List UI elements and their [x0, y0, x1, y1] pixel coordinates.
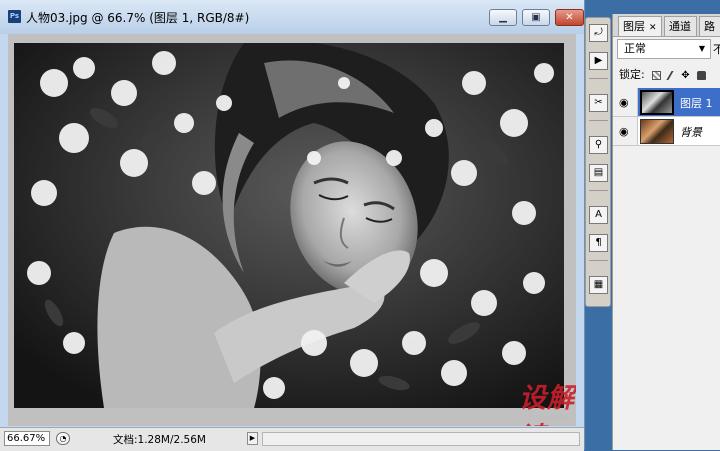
minimize-button[interactable]: ▁	[489, 9, 517, 26]
lock-row: 锁定: ✥	[619, 66, 707, 82]
close-icon: ✕	[565, 12, 574, 23]
maximize-icon: ▣	[531, 12, 541, 23]
layer-thumbnail	[640, 119, 674, 144]
blend-mode-select[interactable]: 正常 ▼	[617, 39, 711, 59]
maximize-button[interactable]: ▣	[522, 9, 550, 26]
dock-divider	[589, 190, 608, 191]
canvas-area[interactable]: 设解读 shejiedu.com	[8, 34, 576, 426]
layers-panel: 图层 ✕ 通道 路 正常 ▼ 不 锁定: ✥ ◉ 图层 1 ◉ 背景	[612, 14, 720, 450]
chevron-down-icon: ▼	[698, 44, 705, 53]
dock-divider	[589, 260, 608, 261]
lock-position-icon[interactable]: ✥	[681, 70, 689, 81]
horizontal-scrollbar[interactable]	[262, 432, 580, 446]
opacity-label: 不	[713, 43, 720, 56]
photoshop-icon: Ps	[8, 10, 21, 23]
history-brush-icon[interactable]: ⤾	[589, 24, 608, 42]
visibility-toggle[interactable]: ◉	[613, 117, 638, 145]
layer-name: 图层 1	[680, 97, 713, 110]
close-tab-icon[interactable]: ✕	[649, 23, 657, 33]
panel-tab-bar: 图层 ✕ 通道 路	[613, 14, 720, 37]
tab-paths[interactable]: 路	[699, 16, 720, 36]
status-info-icon[interactable]: ◔	[56, 432, 70, 445]
eye-icon: ◉	[619, 125, 629, 138]
zoom-field[interactable]: 66.67%	[4, 431, 50, 446]
tab-layers[interactable]: 图层 ✕	[618, 16, 662, 36]
play-action-icon[interactable]: ▶	[589, 52, 608, 70]
lock-label: 锁定:	[619, 68, 645, 81]
tab-layers-label: 图层	[623, 20, 645, 33]
visibility-toggle[interactable]: ◉	[613, 88, 638, 116]
layer-name: 背景	[680, 126, 702, 139]
clone-source-icon[interactable]: ⚲	[589, 136, 608, 154]
layer-thumbnail	[640, 90, 674, 115]
document-size: 文档:1.28M/2.56M	[113, 434, 206, 446]
lock-transparency-icon[interactable]	[652, 70, 662, 80]
paragraph-icon[interactable]: ¶	[589, 234, 608, 252]
document-window: Ps 人物03.jpg @ 66.7% (图层 1, RGB/8#) ▁ ▣ ✕	[0, 0, 585, 451]
tool-presets-icon[interactable]: ✂	[589, 94, 608, 112]
layer-row-layer1[interactable]: ◉ 图层 1	[613, 88, 720, 117]
watermark-url: shejiedu.com	[522, 411, 576, 424]
layer-row-background[interactable]: ◉ 背景	[613, 117, 720, 146]
blend-mode-value: 正常	[624, 42, 646, 55]
eye-icon: ◉	[619, 96, 629, 109]
document-titlebar[interactable]: Ps 人物03.jpg @ 66.7% (图层 1, RGB/8#) ▁ ▣ ✕	[0, 0, 584, 34]
status-bar: 66.67% ◔ 文档:1.28M/2.56M ▶	[0, 427, 584, 451]
lock-paint-icon[interactable]	[666, 70, 677, 80]
document-title: 人物03.jpg @ 66.7% (图层 1, RGB/8#)	[26, 11, 250, 25]
character-icon[interactable]: A	[589, 206, 608, 224]
status-menu-arrow-icon[interactable]: ▶	[247, 432, 258, 445]
dock-divider	[589, 78, 608, 79]
tab-channels[interactable]: 通道	[664, 16, 697, 36]
notes-icon[interactable]: ▦	[589, 276, 608, 294]
panel-dock-strip: ⤾ ▶ ✂ ⚲ ▤ A ¶ ▦	[585, 17, 611, 307]
photo-canvas[interactable]	[14, 43, 564, 408]
close-button[interactable]: ✕	[555, 9, 584, 26]
dock-divider	[589, 120, 608, 121]
portrait-photo	[14, 43, 564, 408]
lock-all-icon[interactable]	[697, 70, 707, 80]
minimize-icon: ▁	[499, 12, 507, 23]
layer-comps-icon[interactable]: ▤	[589, 164, 608, 182]
